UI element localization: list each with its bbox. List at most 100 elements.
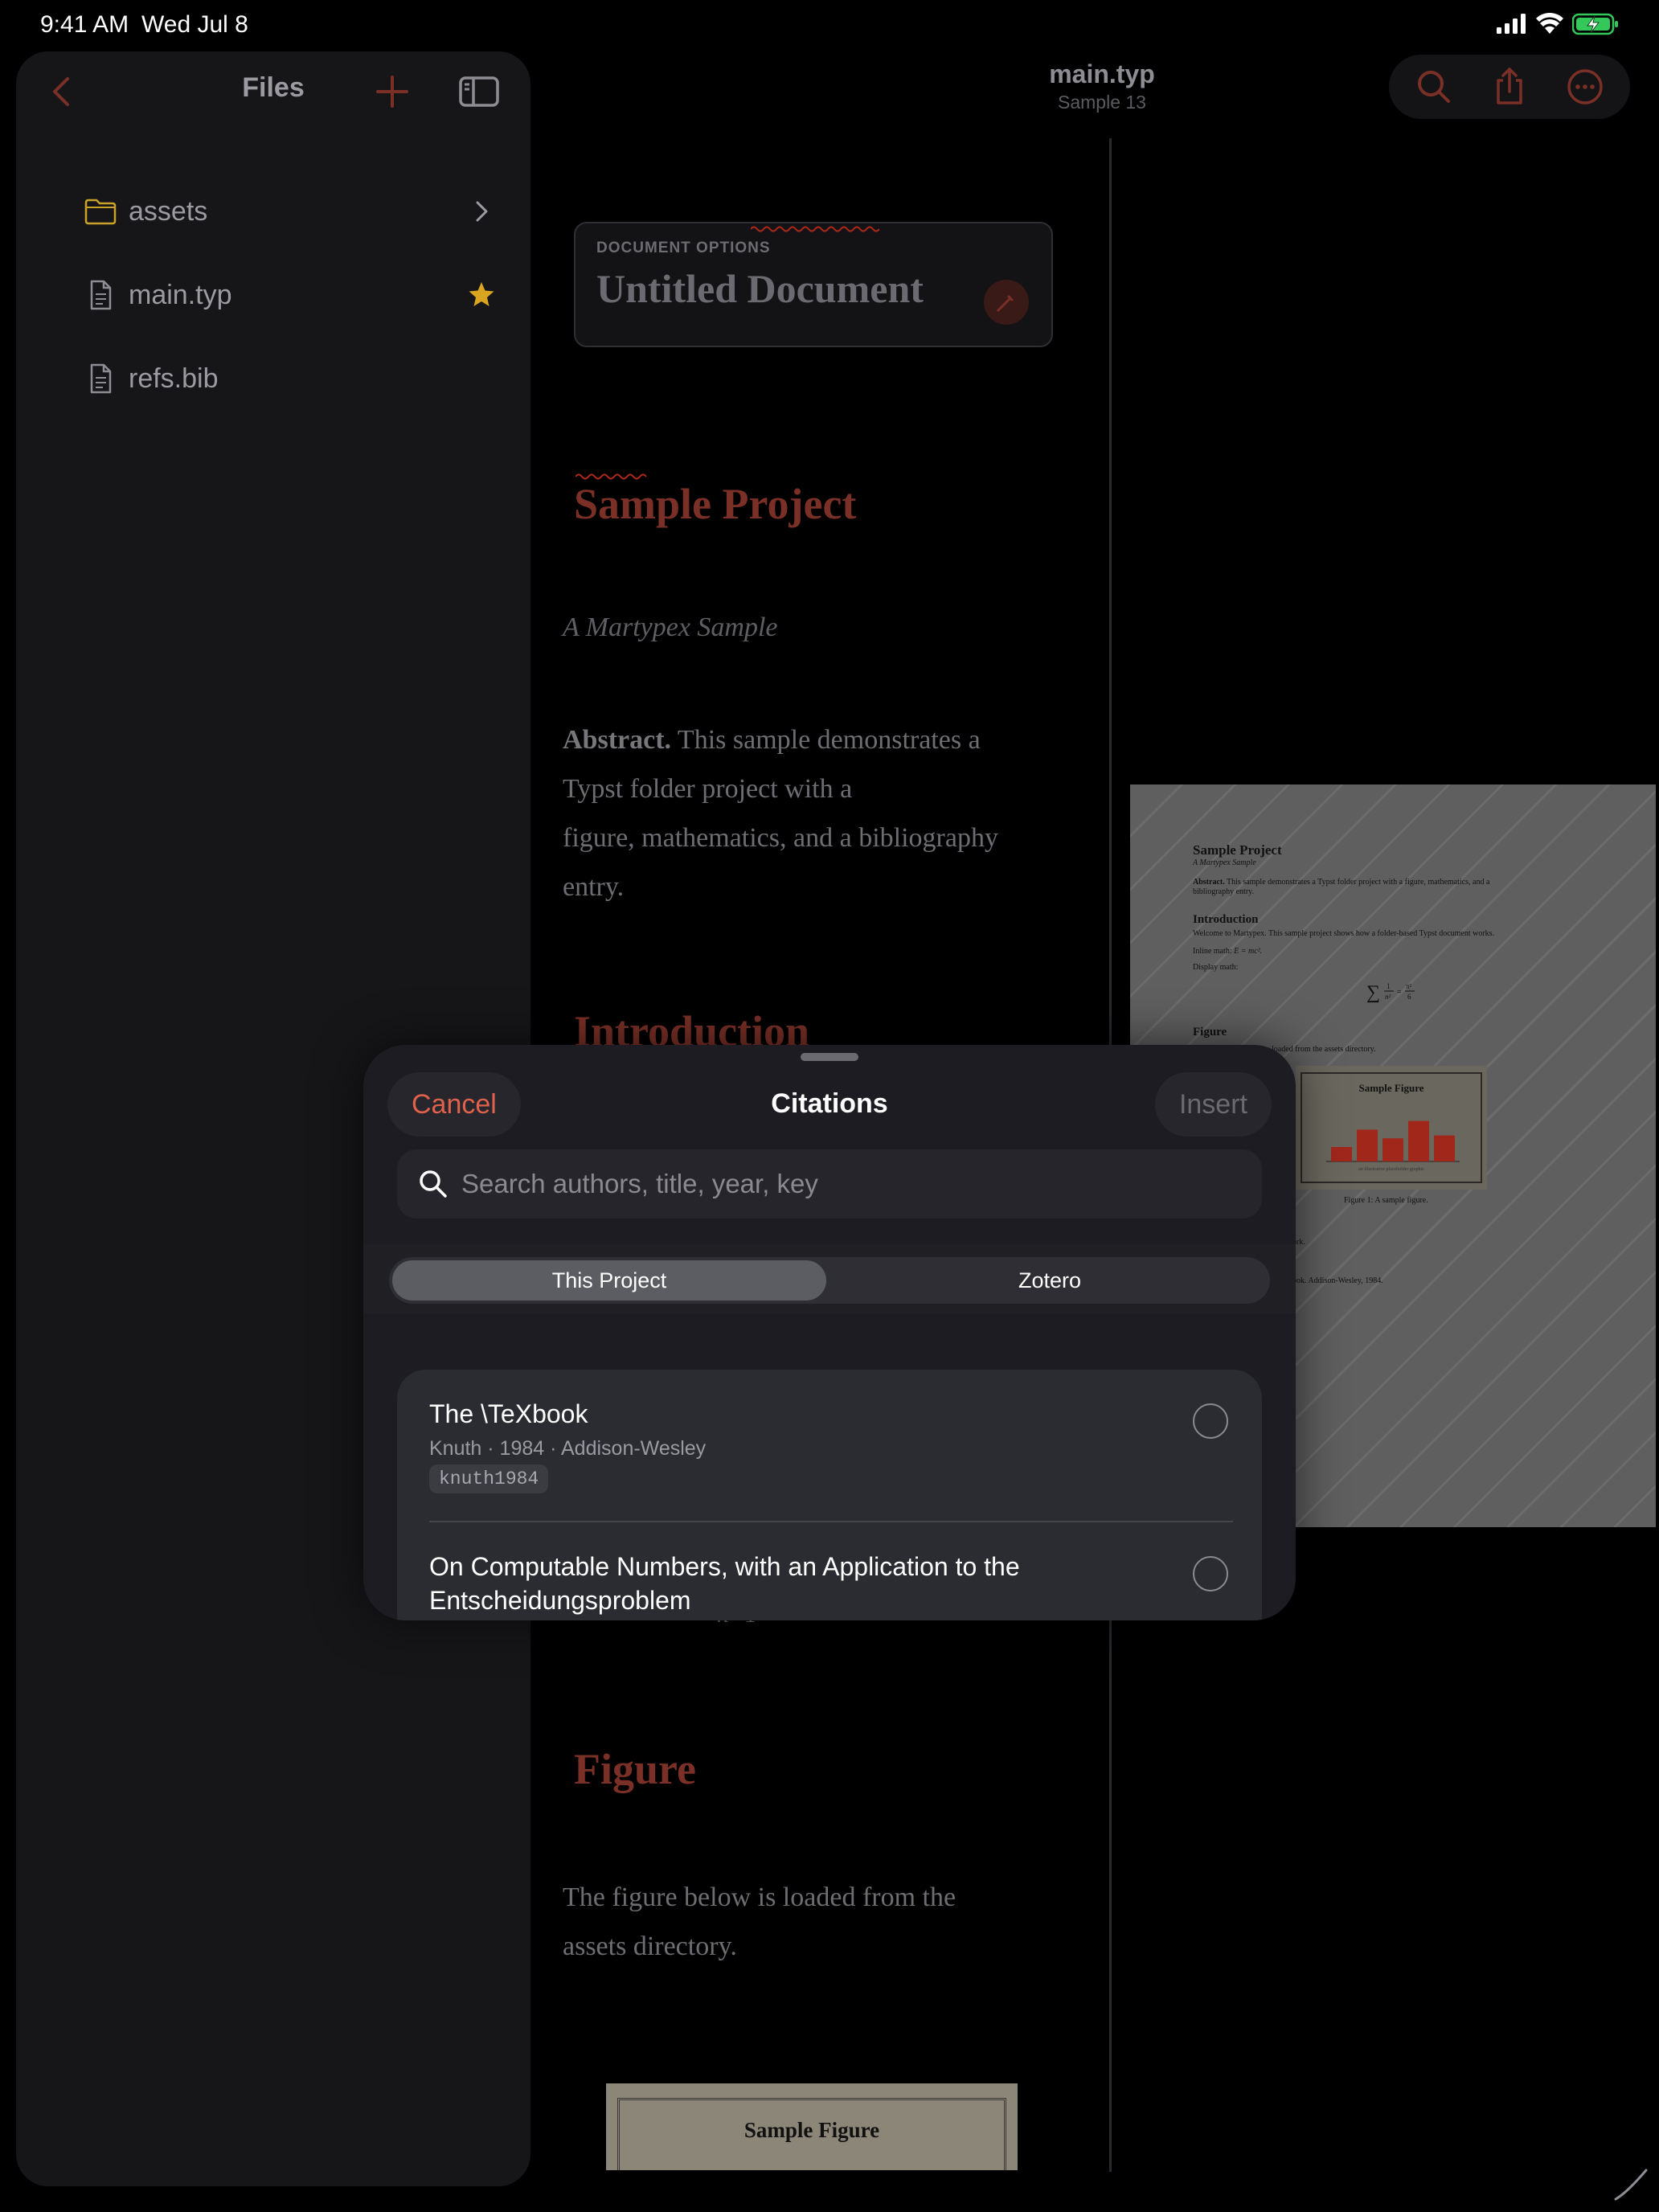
preview-intro-text: Welcome to Martypex. This sample project…: [1193, 929, 1495, 938]
preview-display-math-label: Display math:: [1193, 963, 1239, 972]
citation-key-badge: knuth1984: [429, 1464, 549, 1493]
citation-search-field[interactable]: [397, 1149, 1262, 1219]
abstract-line: figure, mathematics, and a bibliography: [563, 823, 998, 853]
status-bar: 9:41 AM Wed Jul 8: [0, 0, 1659, 51]
figure-line: The figure below is loaded from the: [563, 1882, 956, 1912]
preview-title: Sample Project: [1193, 842, 1282, 858]
file-row-refs-bib[interactable]: refs.bib: [64, 347, 498, 412]
preview-figure-heading: Figure: [1193, 1026, 1227, 1038]
preview-bar: [1357, 1129, 1378, 1161]
wifi-icon: [1536, 13, 1563, 34]
citation-row[interactable]: The \TeXbook Knuth · 1984 · Addison-Wesl…: [397, 1370, 1262, 1522]
preview-abstract-line: This sample demonstrates a Typst folder …: [1227, 878, 1490, 887]
cellular-signal-icon: [1497, 14, 1526, 34]
battery-charging-icon: [1572, 13, 1618, 35]
segment-zotero[interactable]: Zotero: [833, 1260, 1267, 1301]
document-icon: [90, 363, 112, 394]
file-row-assets[interactable]: assets: [64, 180, 498, 244]
segment-this-project[interactable]: This Project: [392, 1260, 826, 1301]
citation-title: On Computable Numbers, with an Applicati…: [429, 1550, 1153, 1617]
citation-select-radio[interactable]: [1193, 1403, 1228, 1439]
citation-select-radio[interactable]: [1193, 1556, 1228, 1591]
file-row-main-typ[interactable]: main.typ: [64, 264, 498, 328]
document-options-label: DOCUMENT OPTIONS: [596, 240, 771, 256]
search-button[interactable]: [1413, 66, 1455, 108]
status-date: Wed Jul 8: [141, 11, 248, 38]
ellipsis-circle-icon: [1567, 69, 1603, 104]
citation-search-input[interactable]: [461, 1149, 1233, 1219]
citation-title: The \TeXbook: [429, 1399, 588, 1428]
source-segmented-control[interactable]: This Project Zotero: [389, 1257, 1270, 1304]
sheet-grabber[interactable]: [801, 1053, 858, 1061]
citation-meta: Knuth · 1984 · Addison-Wesley: [429, 1437, 707, 1460]
preview-inline-math-label: Inline math:: [1193, 947, 1232, 956]
preview-figure-bar-chart: [1326, 1120, 1460, 1162]
edit-document-options-button[interactable]: [984, 280, 1029, 325]
figure-image-preview: Sample Figure: [606, 2083, 1018, 2170]
share-icon: [1497, 68, 1522, 104]
sidebar-title: Files: [242, 72, 305, 103]
file-name: refs.bib: [129, 363, 219, 394]
figure-paragraph: The figure below is loaded from the asse…: [563, 1873, 956, 1971]
abstract-paragraph: Abstract. This sample demonstrates a Typ…: [563, 715, 998, 911]
preview-figure-box: Sample Figure an illustrative placeholde…: [1296, 1066, 1487, 1190]
preview-figure-text: loaded from the assets directory.: [1272, 1045, 1376, 1054]
document-subtitle: Sample 13: [1058, 92, 1146, 113]
figure-box-title: Sample Figure: [743, 2118, 880, 2142]
preview-intro-heading: Introduction: [1193, 913, 1259, 926]
preview-inline-math-value: E = mc².: [1234, 947, 1263, 956]
search-icon: [420, 1170, 447, 1198]
preview-figure-caption: Figure 1: A sample figure.: [1344, 1196, 1428, 1205]
document-subtitle-text: A Martypex Sample: [563, 612, 778, 642]
file-name: assets: [129, 196, 208, 227]
preview-bar: [1331, 1147, 1352, 1161]
share-button[interactable]: [1489, 66, 1530, 108]
citation-title-line: Entscheidungsproblem: [429, 1586, 691, 1615]
abstract-line: This sample demonstrates a: [677, 725, 981, 755]
insert-button[interactable]: Insert: [1154, 1072, 1272, 1137]
citations-list: The \TeXbook Knuth · 1984 · Addison-Wesl…: [397, 1370, 1262, 1620]
folder-icon: [84, 199, 117, 225]
preview-bar: [1382, 1138, 1403, 1161]
citation-row[interactable]: On Computable Numbers, with an Applicati…: [397, 1522, 1262, 1620]
preview-bib-fragment: ook. Addison-Wesley, 1984.: [1292, 1276, 1383, 1285]
plus-icon: [376, 76, 408, 108]
spellcheck-squiggle: [751, 226, 879, 232]
figure-line: assets directory.: [563, 1931, 737, 1961]
heading-figure: Figure: [574, 1745, 696, 1793]
document-options-title: Untitled Document: [596, 266, 924, 311]
search-icon: [1418, 71, 1450, 103]
preview-bar: [1408, 1120, 1429, 1161]
more-button[interactable]: [1564, 66, 1606, 108]
abstract-line: Typst folder project with a: [563, 774, 853, 804]
toggle-sidebar-button[interactable]: [457, 69, 502, 114]
preview-inline-math: Inline math: E = mc².: [1193, 947, 1262, 956]
preview-display-math-formula: ∑ 1 n² = π² 6: [1366, 982, 1415, 1003]
svg-text:π²: π²: [1406, 982, 1412, 990]
citation-title-line: On Computable Numbers, with an Applicati…: [429, 1552, 1020, 1581]
chevron-right-icon: [476, 201, 488, 222]
preview-figure-title: Sample Figure: [1358, 1082, 1424, 1094]
document-icon: [90, 280, 112, 310]
preview-abstract-line: bibliography entry.: [1193, 887, 1255, 896]
add-file-button[interactable]: [370, 69, 415, 114]
abstract-line: entry.: [563, 872, 625, 902]
citations-sheet: Cancel Citations Insert This Project Zot…: [363, 1045, 1296, 1620]
abstract-label: Abstract.: [563, 725, 672, 755]
document-title: main.typ: [1049, 59, 1155, 88]
svg-text:n²: n²: [1385, 993, 1391, 1001]
svg-text:=: =: [1397, 988, 1402, 997]
file-name: main.typ: [129, 280, 232, 310]
svg-text:∑: ∑: [1366, 982, 1380, 1003]
svg-text:1: 1: [1387, 982, 1391, 990]
preview-bar: [1434, 1135, 1455, 1161]
star-icon: [469, 282, 494, 306]
figure-frame: Sample Figure: [617, 2098, 1006, 2170]
status-icons: [1495, 13, 1619, 35]
sidebar-toolbar: Files: [16, 51, 530, 132]
preview-abstract-label: Abstract.: [1193, 878, 1225, 887]
heading-sample-project: Sample Project: [574, 480, 857, 528]
svg-text:6: 6: [1407, 993, 1411, 1001]
document-options-card[interactable]: DOCUMENT OPTIONS Untitled Document: [574, 222, 1053, 347]
preview-subtitle: A Martypex Sample: [1193, 858, 1256, 867]
